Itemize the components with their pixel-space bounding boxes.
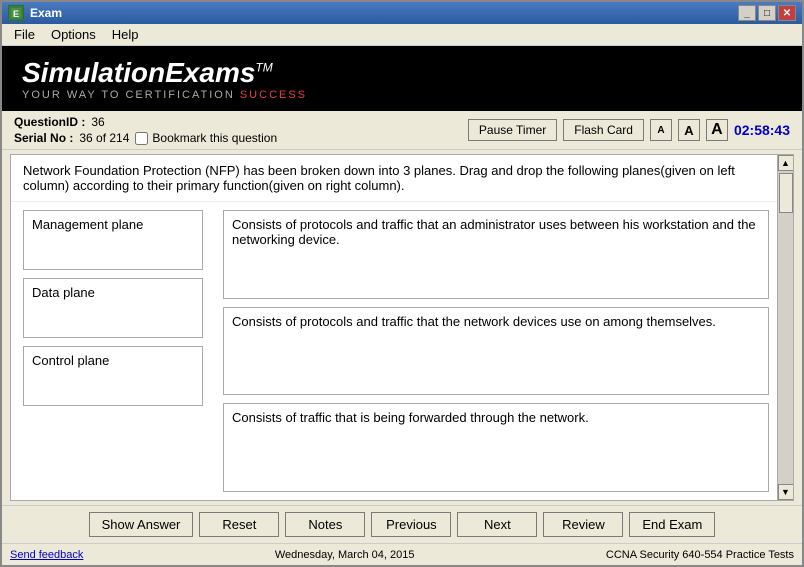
content-area: Network Foundation Protection (NFP) has … [10, 154, 794, 501]
info-bar: QuestionID : 36 Serial No : 36 of 214 Bo… [2, 111, 802, 150]
info-controls: Pause Timer Flash Card A A A 02:58:43 [468, 119, 790, 141]
window-controls: _ □ ✕ [738, 5, 796, 21]
flash-card-button[interactable]: Flash Card [563, 119, 644, 141]
description-data[interactable]: Consists of protocols and traffic that t… [223, 307, 769, 396]
right-column: Consists of protocols and traffic that a… [223, 210, 769, 492]
serial-value: 36 of 214 [79, 131, 129, 145]
scroll-thumb[interactable] [779, 173, 793, 213]
end-exam-button[interactable]: End Exam [629, 512, 715, 537]
close-button[interactable]: ✕ [778, 5, 796, 21]
feedback-link[interactable]: Send feedback [10, 549, 83, 561]
scroll-down-button[interactable]: ▼ [778, 484, 794, 500]
serial-label: Serial No : [14, 131, 73, 145]
main-window: E Exam _ □ ✕ File Options Help Simulatio… [0, 0, 804, 567]
title-bar: E Exam _ □ ✕ [2, 2, 802, 24]
menu-bar: File Options Help [2, 24, 802, 46]
pause-timer-button[interactable]: Pause Timer [468, 119, 557, 141]
description-control[interactable]: Consists of traffic that is being forwar… [223, 403, 769, 492]
plane-item-data[interactable]: Data plane [23, 278, 203, 338]
previous-button[interactable]: Previous [371, 512, 451, 537]
minimize-button[interactable]: _ [738, 5, 756, 21]
bookmark-area: Bookmark this question [135, 131, 277, 145]
logo-area: SimulationExamsTM YOUR WAY TO CERTIFICAT… [2, 46, 802, 111]
question-id-label: QuestionID : [14, 115, 85, 129]
bookmark-checkbox[interactable] [135, 132, 148, 145]
notes-button[interactable]: Notes [285, 512, 365, 537]
question-info: QuestionID : 36 Serial No : 36 of 214 Bo… [14, 115, 277, 145]
plane-item-management[interactable]: Management plane [23, 210, 203, 270]
scroll-up-button[interactable]: ▲ [778, 155, 794, 171]
status-bar: Send feedback Wednesday, March 04, 2015 … [2, 543, 802, 565]
logo: SimulationExamsTM YOUR WAY TO CERTIFICAT… [22, 57, 307, 101]
plane-item-control[interactable]: Control plane [23, 346, 203, 406]
brand-name: SimulationExamsTM [22, 57, 307, 89]
menu-file[interactable]: File [6, 25, 43, 44]
question-text: Network Foundation Protection (NFP) has … [11, 155, 793, 202]
scrollbar[interactable]: ▲ ▼ [777, 155, 793, 500]
maximize-button[interactable]: □ [758, 5, 776, 21]
menu-options[interactable]: Options [43, 25, 104, 44]
font-large-button[interactable]: A [706, 119, 728, 141]
status-date: Wednesday, March 04, 2015 [103, 549, 586, 561]
drag-drop-area: Management plane Data plane Control plan… [11, 202, 793, 500]
question-id-row: QuestionID : 36 [14, 115, 277, 129]
description-management[interactable]: Consists of protocols and traffic that a… [223, 210, 769, 299]
window-title: Exam [30, 6, 62, 20]
bottom-toolbar: Show Answer Reset Notes Previous Next Re… [2, 505, 802, 543]
menu-help[interactable]: Help [104, 25, 147, 44]
review-button[interactable]: Review [543, 512, 623, 537]
left-column: Management plane Data plane Control plan… [23, 210, 203, 492]
font-small-button[interactable]: A [650, 119, 672, 141]
app-icon: E [8, 5, 24, 21]
font-medium-button[interactable]: A [678, 119, 700, 141]
serial-row: Serial No : 36 of 214 Bookmark this ques… [14, 131, 277, 145]
reset-button[interactable]: Reset [199, 512, 279, 537]
tagline: YOUR WAY TO CERTIFICATION SUCCESS [22, 89, 307, 101]
svg-text:E: E [13, 9, 19, 19]
show-answer-button[interactable]: Show Answer [89, 512, 194, 537]
bookmark-label: Bookmark this question [152, 131, 277, 145]
timer-display: 02:58:43 [734, 122, 790, 138]
next-button[interactable]: Next [457, 512, 537, 537]
status-exam-name: CCNA Security 640-554 Practice Tests [606, 549, 794, 561]
question-id-value: 36 [91, 115, 104, 129]
